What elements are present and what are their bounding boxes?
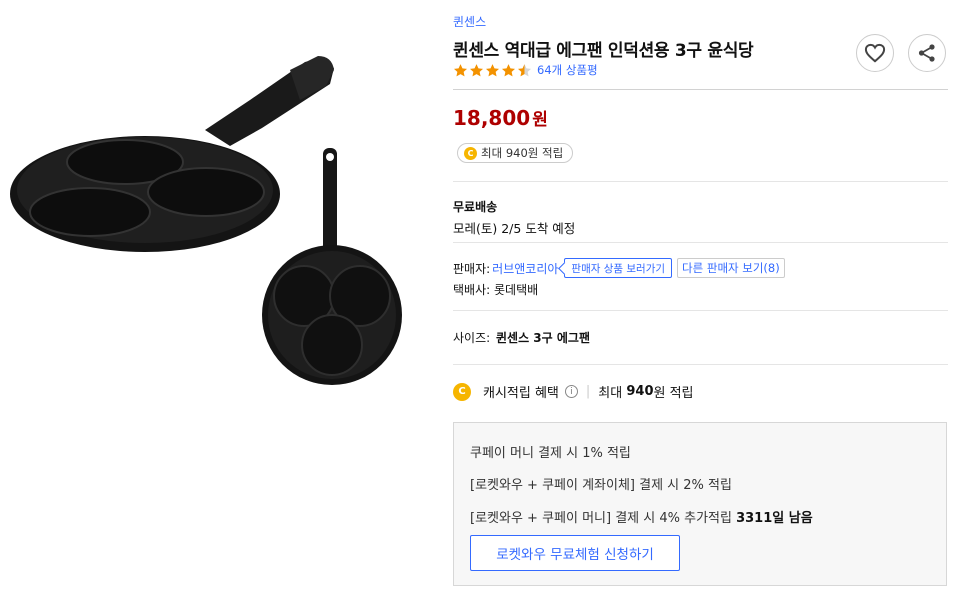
star-icon bbox=[453, 63, 468, 76]
courier-name: 롯데택배 bbox=[494, 283, 539, 297]
benefit-line: 쿠페이 머니 결제 시 1% 적립 bbox=[470, 446, 631, 461]
wishlist-button[interactable] bbox=[856, 34, 894, 72]
star-icon bbox=[501, 63, 516, 76]
product-title: 퀸센스 역대급 에그팬 인덕션용 3구 윤식당 bbox=[453, 41, 754, 61]
divider bbox=[453, 242, 948, 243]
reward-badge: C 최대 940원 적립 bbox=[457, 143, 574, 163]
star-rating bbox=[453, 63, 533, 78]
price: 18,800 원 bbox=[453, 105, 548, 130]
benefit-line: [로켓와우 + 쿠페이 계좌이체] 결제 시 2% 적립 bbox=[470, 478, 732, 493]
product-image[interactable] bbox=[0, 0, 440, 600]
size-value: 퀸센스 3구 에그팬 bbox=[496, 331, 590, 345]
star-icon bbox=[469, 63, 484, 76]
benefit-box: 쿠페이 머니 결제 시 1% 적립 [로켓와우 + 쿠페이 계좌이체] 결제 시… bbox=[453, 422, 947, 586]
size-option: 사이즈: 퀸센스 3구 에그팬 bbox=[453, 329, 590, 346]
benefit-line-text: [로켓와우 + 쿠페이 머니] 결제 시 4% 추가적립 bbox=[470, 511, 732, 526]
divider bbox=[453, 310, 948, 311]
cash-max-suffix: 원 적립 bbox=[653, 386, 694, 401]
price-value: 18,800 bbox=[453, 106, 531, 130]
reward-badge-text: 최대 940원 적립 bbox=[481, 146, 564, 160]
divider bbox=[453, 89, 948, 90]
seller-name-link[interactable]: 러브앤코리아 bbox=[492, 260, 558, 277]
shipping-label: 무료배송 bbox=[453, 200, 498, 214]
days-remaining: 3311 bbox=[736, 511, 773, 526]
seller-products-button[interactable]: 판매자 상품 보러가기 bbox=[564, 258, 673, 278]
courier-row: 택배사: 롯데택배 bbox=[453, 281, 538, 298]
divider bbox=[453, 181, 948, 182]
star-icon bbox=[485, 63, 500, 76]
share-button[interactable] bbox=[908, 34, 946, 72]
courier-label: 택배사: bbox=[453, 283, 491, 297]
cash-max-amount: 940 bbox=[626, 384, 654, 399]
size-label: 사이즈: bbox=[453, 331, 491, 345]
days-remaining-suffix: 일 남음 bbox=[772, 511, 813, 526]
coin-icon: C bbox=[453, 382, 471, 401]
benefit-line: [로켓와우 + 쿠페이 머니] 결제 시 4% 추가적립 3311일 남음 bbox=[470, 507, 813, 526]
info-icon[interactable]: i bbox=[564, 385, 578, 398]
price-unit: 원 bbox=[532, 110, 548, 130]
half-star-icon bbox=[517, 63, 532, 76]
delivery-eta: 모레(토) 2/5 도착 예정 bbox=[453, 221, 576, 236]
other-sellers-button[interactable]: 다른 판매자 보기(8) bbox=[677, 258, 785, 278]
heart-icon bbox=[864, 43, 886, 63]
separator: | bbox=[585, 384, 591, 399]
review-count-link[interactable]: 64개 상품평 bbox=[537, 62, 598, 78]
cash-benefit-label: 캐시적립 혜택 bbox=[483, 386, 559, 401]
share-icon bbox=[918, 44, 935, 62]
seller-label: 판매자: bbox=[453, 261, 491, 276]
coin-icon: C bbox=[464, 146, 477, 160]
cash-benefit-row: C 캐시적립 혜택 i | 최대 940 원 적립 bbox=[453, 382, 694, 401]
rating-row[interactable]: 64개 상품평 bbox=[453, 62, 598, 78]
egg-pan-illustration bbox=[10, 56, 402, 385]
brand-link[interactable]: 퀸센스 bbox=[453, 13, 486, 30]
seller-row: 판매자: 러브앤코리아 판매자 상품 보러가기 다른 판매자 보기(8) bbox=[453, 258, 785, 278]
rocket-wow-trial-button[interactable]: 로켓와우 무료체험 신청하기 bbox=[470, 535, 680, 571]
cash-max-prefix: 최대 bbox=[598, 386, 623, 401]
divider bbox=[453, 364, 948, 365]
